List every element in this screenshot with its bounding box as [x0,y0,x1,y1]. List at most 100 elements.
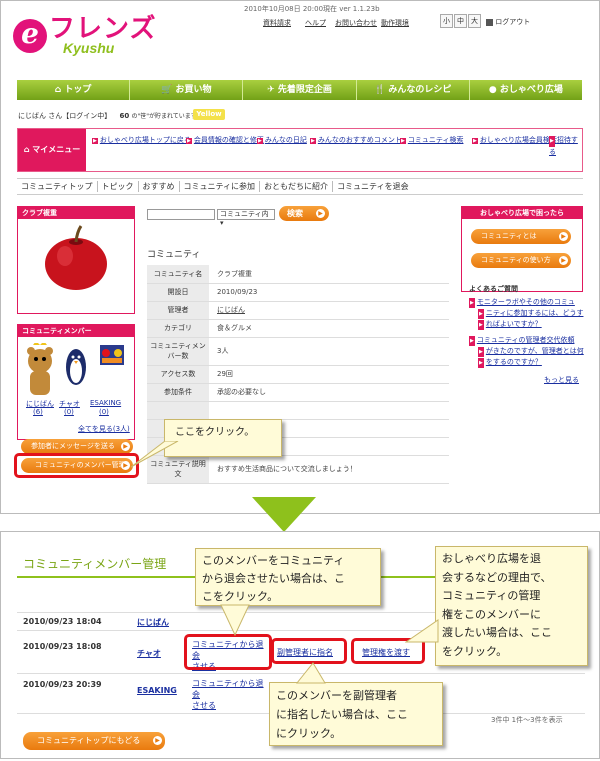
back-to-community-top-button[interactable]: コミュニティトップにもどる ▶ [23,732,165,750]
row-member-link[interactable]: チャオ [137,648,161,659]
member-count-esaking[interactable]: (0) [99,408,109,416]
table-row: アクセス数 29回 [147,365,449,384]
my-menu-recommend[interactable]: みんなのおすすめコメント [310,135,402,145]
runner-icon: ✈ [267,85,275,95]
user-status: にじばん さん【ログイン中】 60 の"笹"が貯まれています [18,112,197,120]
callout-transfer-admin: おしゃべり広場を退 会するなどの理由で、 コミュニティの管理 権をこのメンバーに… [435,546,588,666]
callout-pointer [130,441,179,468]
down-arrow-icon [252,497,316,532]
my-menu-account[interactable]: 会員情報の確認と修正 [186,135,264,145]
result-count: 3件中 1件～3件を表示 [491,716,563,724]
search-scope-select[interactable]: コミュニティ内 ▾ [217,209,275,227]
help-box: おしゃべり広場で困ったら [461,206,583,292]
message-members-button[interactable]: 参加者にメッセージを送る ▶ [21,439,133,454]
row-member-link[interactable]: にじばん [137,617,169,628]
font-size-large-button[interactable]: 大 [468,14,481,28]
version-text: 2010年10月08日 20:00現在 ver 1.1.23b [244,5,380,13]
how-to-use-button[interactable]: コミュニティの使い方 ▶ [471,253,571,268]
callout-pointer [295,662,326,684]
global-nav: ⌂ トップ 🛒 お買い物 ✈ 先着限定企画 🍴 みんなのレシピ ● おしゃべり広… [17,80,582,100]
logout-icon [486,18,493,26]
faq-title: よくあるご質問 [469,285,518,293]
member-avatars [27,343,124,395]
font-size-medium-button[interactable]: 中 [454,14,467,28]
faq-item-2[interactable]: コミュニティの管理者交代依頼 がきたのですが、管理者とは何 をするのですか？ [469,335,585,368]
table-row: コミュニティメンバー数 3人 [147,337,449,366]
top-screenshot-panel: e フレンズ Kyushu 2010年10月08日 20:00現在 ver 1.… [0,0,600,514]
gnav-plaza[interactable]: ● おしゃべり広場 [470,80,582,100]
row-date: 2010/09/23 18:08 [23,642,102,651]
see-all-members-link[interactable]: 全てを見る(3人) [78,424,130,434]
logout-button[interactable]: ログアウト [486,17,530,27]
subnav-community-top[interactable]: コミュニティトップ [17,181,97,192]
table-row: カテゴリ 食＆グルメ [147,319,449,338]
member-count-nijiban[interactable]: (6) [33,408,43,416]
what-is-community-button[interactable]: コミュニティとは ▶ [471,229,571,244]
search-input[interactable] [147,209,215,220]
sub-nav: コミュニティトップ トピック おすすめ コミュニティに参加 おともだちに紹介 コ… [17,178,583,195]
faq-item-1[interactable]: モニターラボやその他のコミュ ニティに参加するには、どうす ればよいですか？ [469,297,585,330]
logo-subtext: Kyushu [63,40,115,56]
my-menu-label: ⌂ マイメニュー [18,129,86,171]
my-menu-community-search[interactable]: コミュニティ検索 [400,135,464,145]
table-row: コミュニティ説明文 おすすめ生活商品について交流しましょう！ [147,455,449,484]
row-date: 2010/09/23 18:04 [23,617,102,626]
arrow-right-icon: ▶ [559,256,568,265]
callout-click-here: ここをクリック。 [164,419,282,457]
arrow-right-icon: ▶ [559,232,568,241]
arrow-right-icon: ▶ [153,736,162,745]
penguin-avatar [66,349,86,385]
row-date: 2010/09/23 20:39 [23,680,102,689]
more-link[interactable]: もっと見る [544,375,579,385]
member-link-esaking[interactable]: ESAKING [90,399,121,407]
font-size-small-button[interactable]: 小 [440,14,453,28]
my-menu-invite[interactable]: 招待する [549,135,583,158]
manage-members-button[interactable]: コミュニティのメンバー管理 ▶ [21,458,133,473]
remove-from-community-link[interactable]: コミュニティから退会 させる [192,678,270,711]
home-icon: ⌂ [23,145,30,154]
apple-image [45,225,107,290]
my-menu-member-search[interactable]: おしゃべり広場会員検索 [472,135,557,145]
home-icon: ⌂ [54,85,62,95]
my-menu: ⌂ マイメニュー おしゃべり広場トップに戻る 会員情報の確認と修正 みんなの日記… [17,128,583,172]
subnav-join[interactable]: コミュニティに参加 [178,181,260,192]
club-heading: クラブ複重 [18,207,134,219]
help-heading: おしゃべり広場で困ったら [462,207,582,219]
row-member-link[interactable]: ESAKING [137,686,177,695]
gnav-recipe[interactable]: 🍴 みんなのレシピ [357,80,470,100]
search-button[interactable]: 検索 ▶ [279,206,329,221]
member-count-chao[interactable]: (0) [64,408,74,416]
highlight-remove [184,634,272,670]
table-row: コミュニティ名 クラブ複重 [147,265,449,284]
gnav-shopping[interactable]: 🛒 お買い物 [130,80,244,100]
my-menu-plaza-top[interactable]: おしゃべり広場トップに戻る [92,135,191,145]
table-row [147,401,449,420]
bottom-screenshot-panel: コミュニティメンバー管理 2010/09/23 18:04 にじばん 2010/… [0,531,600,759]
bear-avatar [27,343,53,395]
rank-badge: Yellow [193,109,225,120]
subnav-topic[interactable]: トピック [96,181,138,192]
gnav-top[interactable]: ⌂ トップ [17,80,131,100]
subnav-recommend[interactable]: おすすめ [137,181,179,192]
admin-link[interactable]: にじばん [209,301,449,320]
my-menu-diary[interactable]: みんなの日記 [257,135,307,145]
gnav-limited[interactable]: ✈ 先着限定企画 [243,80,357,100]
subnav-leave[interactable]: コミュニティを退会 [332,181,413,192]
member-management-title: コミュニティメンバー管理 [23,557,167,571]
util-link-brochure[interactable]: 資料請求 [263,18,291,28]
community-title: コミュニティ [147,250,201,260]
util-link-help[interactable]: ヘルプ [305,18,326,28]
members-heading: コミュニティメンバー [18,325,134,337]
arrow-right-icon: ▶ [316,209,325,218]
callout-pointer [405,619,439,643]
util-link-environment[interactable]: 動作環境 [381,18,409,28]
subnav-introduce[interactable]: おともだちに紹介 [259,181,332,192]
callout-remove-member: このメンバーをコミュニティ から退会させたい場合は、こ こをクリック。 [195,548,381,606]
club-box: クラブ複重 [17,206,135,314]
table-row: 開設日 2010/09/23 [147,283,449,302]
speech-icon: ● [488,85,497,95]
highlight-deputy [271,638,347,664]
member-box: コミュニティメンバー にじばん (6) チャオ (0) ESAKING (0) … [17,324,135,440]
util-link-contact[interactable]: お問い合わせ [335,18,377,28]
characters-avatar [100,345,124,365]
